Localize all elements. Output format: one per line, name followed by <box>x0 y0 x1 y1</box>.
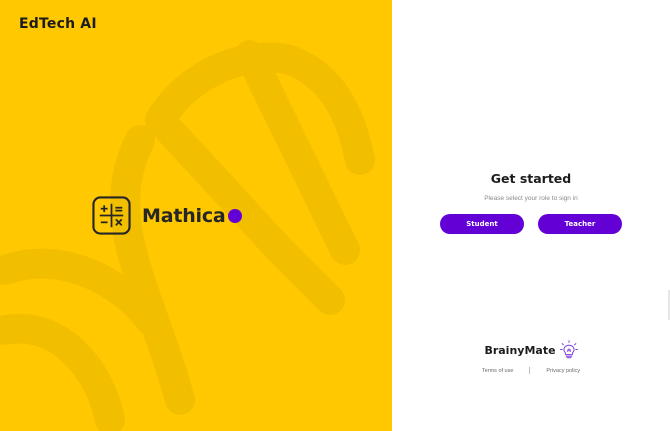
app-logo: Mathica <box>92 196 242 235</box>
footer-brand: BrainyMate <box>392 340 670 360</box>
footer-brand-name: BrainyMate <box>484 343 556 357</box>
header-brand-name: EdTech AI <box>19 16 97 32</box>
footer-divider <box>529 367 531 374</box>
lightbulb-icon <box>559 340 578 359</box>
logo-dot <box>227 208 242 223</box>
app-name: Mathica <box>142 204 226 227</box>
page-subtitle: Please select your role to sign in <box>484 195 578 202</box>
terms-link[interactable]: Terms of use <box>482 368 513 374</box>
privacy-link[interactable]: Privacy policy <box>546 368 580 374</box>
page-title: Get started <box>490 171 572 186</box>
teacher-button[interactable]: Teacher <box>538 214 622 234</box>
student-button[interactable]: Student <box>440 214 524 234</box>
brand-panel: EdTech AI Mathica <box>0 0 392 431</box>
footer-links: Terms of use Privacy policy <box>392 367 670 374</box>
sign-in-panel: Get started Please select your role to s… <box>392 0 670 431</box>
calculator-icon <box>92 196 131 235</box>
